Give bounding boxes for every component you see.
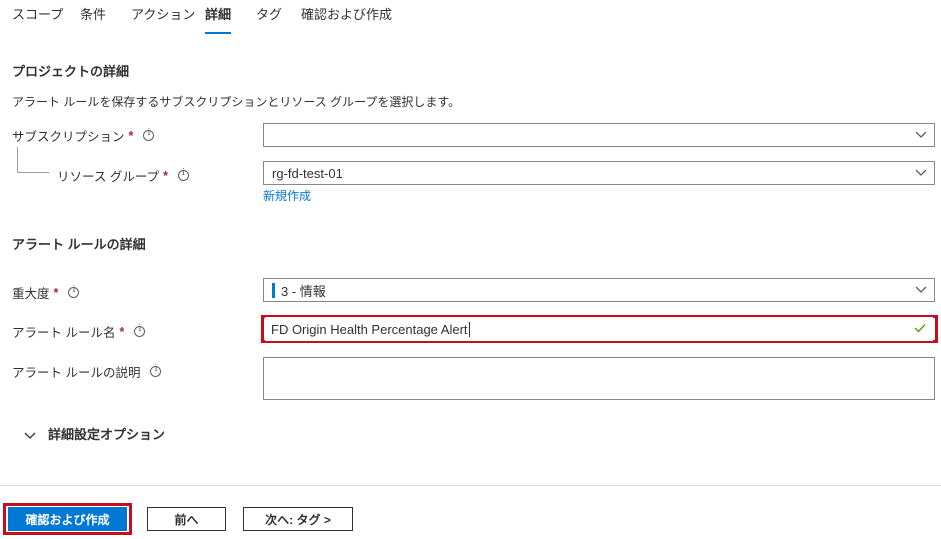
next-tags-button[interactable]: 次へ: タグ > bbox=[243, 507, 353, 531]
chevron-down-icon bbox=[915, 167, 927, 177]
advanced-options-label: 詳細設定オプション bbox=[48, 427, 166, 442]
severity-label: 重大度 * bbox=[12, 283, 80, 302]
tab-tags[interactable]: タグ bbox=[256, 6, 282, 32]
resource-group-value: rg-fd-test-01 bbox=[272, 165, 343, 181]
tree-connector bbox=[17, 147, 49, 173]
previous-button[interactable]: 前へ bbox=[147, 507, 226, 531]
severity-dropdown[interactable]: 3 - 情報 bbox=[263, 278, 935, 302]
wizard-tabs: スコープ 条件 アクション 詳細 タグ 確認および作成 bbox=[0, 0, 941, 36]
project-details-description: アラート ルールを保存するサブスクリプションとリソース グループを選択します。 bbox=[12, 95, 461, 109]
severity-color-bar bbox=[272, 282, 275, 298]
info-icon[interactable] bbox=[143, 128, 155, 141]
info-icon[interactable] bbox=[68, 285, 80, 298]
resource-group-label: リソース グループ * bbox=[57, 166, 189, 185]
chevron-down-icon bbox=[915, 284, 927, 294]
subscription-dropdown[interactable] bbox=[263, 123, 935, 147]
severity-label-text: 重大度 bbox=[12, 287, 50, 301]
alert-rule-description-label-text: アラート ルールの説明 bbox=[12, 366, 141, 380]
tab-details[interactable]: 詳細 bbox=[205, 6, 232, 34]
chevron-down-icon bbox=[915, 129, 927, 139]
tab-actions[interactable]: アクション bbox=[131, 6, 195, 32]
project-details-heading: プロジェクトの詳細 bbox=[12, 64, 130, 79]
alert-rule-name-value: FD Origin Health Percentage Alert bbox=[271, 321, 468, 337]
info-icon[interactable] bbox=[134, 324, 146, 337]
info-icon[interactable] bbox=[177, 168, 189, 181]
required-marker: * bbox=[163, 168, 168, 183]
text-cursor bbox=[468, 321, 470, 337]
required-marker: * bbox=[128, 128, 134, 143]
alert-rule-name-label: アラート ルール名 * bbox=[12, 322, 146, 341]
severity-value: 3 - 情報 bbox=[281, 283, 326, 299]
create-new-resource-group-link[interactable]: 新規作成 bbox=[263, 187, 311, 204]
info-icon[interactable] bbox=[150, 364, 162, 377]
required-marker: * bbox=[119, 324, 125, 339]
footer-divider bbox=[0, 485, 941, 486]
chevron-down-icon bbox=[24, 428, 36, 440]
alert-rule-description-textarea[interactable] bbox=[263, 357, 935, 400]
tab-condition[interactable]: 条件 bbox=[80, 6, 106, 32]
tab-scope[interactable]: スコープ bbox=[12, 6, 63, 32]
resource-group-label-text: リソース グループ bbox=[57, 170, 160, 184]
alert-rule-description-label: アラート ルールの説明 bbox=[12, 362, 162, 381]
alert-rule-name-label-text: アラート ルール名 bbox=[12, 326, 116, 340]
checkmark-icon bbox=[914, 323, 926, 333]
alert-rule-name-input[interactable]: FD Origin Health Percentage Alert bbox=[265, 317, 933, 341]
subscription-label: サブスクリプション * bbox=[12, 126, 155, 145]
review-create-button[interactable]: 確認および作成 bbox=[8, 507, 127, 531]
resource-group-dropdown[interactable]: rg-fd-test-01 bbox=[263, 161, 935, 185]
tab-review-create[interactable]: 確認および作成 bbox=[301, 6, 392, 32]
advanced-options-expander[interactable]: 詳細設定オプション bbox=[24, 424, 165, 443]
subscription-label-text: サブスクリプション bbox=[12, 130, 125, 144]
required-marker: * bbox=[53, 285, 59, 300]
alert-rule-details-heading: アラート ルールの詳細 bbox=[12, 237, 146, 252]
